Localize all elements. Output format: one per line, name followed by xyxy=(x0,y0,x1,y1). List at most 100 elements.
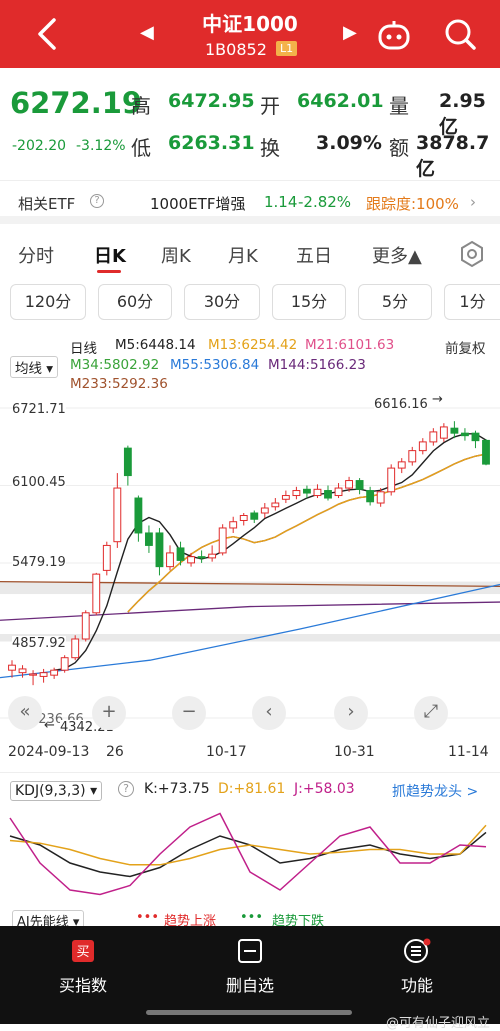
candle-body xyxy=(260,507,269,514)
candle-body xyxy=(166,552,174,568)
tab-underline xyxy=(97,270,121,273)
robot-assistant-icon[interactable] xyxy=(376,16,412,52)
y-label-3: 5479.19 xyxy=(12,555,66,570)
period-120min[interactable]: 120分 xyxy=(10,284,86,320)
period-30min[interactable]: 30分 xyxy=(184,284,260,320)
home-indicator xyxy=(146,1010,352,1015)
candle-body xyxy=(71,638,80,659)
candle-body xyxy=(39,672,48,677)
candle-body xyxy=(418,441,427,452)
kdj-j: J:+58.03 xyxy=(294,781,355,797)
chart-tabs: 分时 日K 周K 月K 五日 更多▲ xyxy=(0,232,500,278)
kdj-name: KDJ(9,3,3) xyxy=(15,783,86,799)
remove-watchlist-label: 删自选 xyxy=(225,976,274,995)
open-value: 6462.01 xyxy=(297,90,384,112)
candle-body xyxy=(313,488,322,497)
price-change: -202.20 xyxy=(12,138,67,154)
kdj-j-line xyxy=(9,812,487,896)
tab-more[interactable]: 更多▲ xyxy=(372,242,422,268)
kline-chart[interactable] xyxy=(0,394,500,738)
candle-body xyxy=(345,480,353,489)
ma13-legend: M13:6254.42 xyxy=(208,337,298,353)
bottom-nav: 买 买指数 删自选 功能 @可有仙子迎风立 xyxy=(0,926,500,1031)
candle-body xyxy=(81,612,90,640)
tab-weekly-k[interactable]: 周K xyxy=(161,242,191,268)
related-etf-row[interactable]: 相关ETF ? 1000ETF增强 1.14 -2.82% 跟踪度:100% › xyxy=(0,180,500,224)
candle-body xyxy=(376,491,385,504)
ma55-line xyxy=(0,583,500,679)
x-label-1017: 10-17 xyxy=(206,744,247,760)
ma5-legend: M5:6448.14 xyxy=(115,337,196,353)
candle-body xyxy=(113,487,122,543)
tab-five-day[interactable]: 五日 xyxy=(296,242,332,268)
kdj-signal-link[interactable]: 抓趋势龙头 > xyxy=(392,781,478,801)
tab-intraday[interactable]: 分时 xyxy=(18,242,54,268)
turnover-label: 换 xyxy=(260,136,280,160)
candle-body xyxy=(187,556,195,564)
zoom-in-button[interactable]: + xyxy=(92,696,126,730)
kdj-panel: KDJ(9,3,3) ▾ ? K:+73.75 D:+81.61 J:+58.0… xyxy=(0,772,500,922)
scroll-right-button[interactable]: › xyxy=(334,696,368,730)
functions-button[interactable]: 功能 xyxy=(357,938,477,996)
chevron-right-icon: › xyxy=(470,193,476,211)
kdj-k-line xyxy=(9,831,487,878)
etf-label: 相关ETF xyxy=(18,195,76,213)
settings-gear-icon[interactable] xyxy=(458,240,486,268)
candle-body xyxy=(292,490,301,497)
etf-tracking: 跟踪度:100% xyxy=(366,195,459,213)
candle-body xyxy=(450,427,459,434)
period-5min[interactable]: 5分 xyxy=(358,284,432,320)
high-value: 6472.95 xyxy=(168,90,255,112)
tab-daily-k[interactable]: 日K xyxy=(94,242,126,268)
candle-body xyxy=(324,490,332,499)
last-price: 6272.19 xyxy=(10,86,143,120)
kdj-selector[interactable]: KDJ(9,3,3) ▾ xyxy=(10,781,103,801)
candle-body xyxy=(218,527,227,554)
candle-body xyxy=(482,439,490,465)
search-icon[interactable] xyxy=(442,16,478,52)
candle-body xyxy=(145,532,153,546)
y-label-2: 6100.45 xyxy=(12,475,66,490)
candle-body xyxy=(176,547,185,561)
ai-down-dots: ••• xyxy=(240,910,264,925)
amount-label: 额 xyxy=(389,136,409,160)
remove-watchlist-button[interactable]: 删自选 xyxy=(190,938,310,996)
candle-body xyxy=(429,431,438,443)
top-bar: ◀ 中证1000 1B0852 L1 ▶ xyxy=(0,0,500,68)
adjust-mode[interactable]: 前复权 xyxy=(445,337,486,357)
kdj-help-icon[interactable]: ? xyxy=(118,781,134,797)
help-icon[interactable]: ? xyxy=(90,194,104,208)
candle-body xyxy=(155,532,164,568)
kdj-d-line xyxy=(9,824,487,866)
candle-body xyxy=(134,497,143,534)
buy-index-button[interactable]: 买 买指数 xyxy=(23,938,143,996)
level-tag: L1 xyxy=(276,41,298,56)
buy-index-label: 买指数 xyxy=(58,976,107,995)
candle-body xyxy=(102,544,111,571)
candle-body xyxy=(281,495,290,500)
candle-body xyxy=(408,450,417,463)
low-label: 低 xyxy=(131,136,151,160)
max-price-marker: 6616.16 xyxy=(374,397,428,412)
ma-mode-dropdown[interactable]: 均线 ▾ xyxy=(10,356,59,378)
minus-square-icon xyxy=(238,939,262,963)
next-stock-icon[interactable]: ▶ xyxy=(343,22,357,43)
period-15min[interactable]: 15分 xyxy=(272,284,346,320)
tab-monthly-k[interactable]: 月K xyxy=(228,242,258,268)
low-value: 6263.31 xyxy=(168,132,255,154)
fullscreen-button[interactable]: ⤢ xyxy=(414,696,448,730)
ma-mode-label: 均线 xyxy=(15,361,42,377)
x-label-start: 2024-09-13 xyxy=(8,744,90,760)
candle-body xyxy=(471,432,480,442)
scroll-left-button[interactable]: ‹ xyxy=(252,696,286,730)
period-60min[interactable]: 60分 xyxy=(98,284,172,320)
candle-body xyxy=(60,657,69,671)
candle-body xyxy=(229,521,238,529)
kdj-chart xyxy=(9,812,487,896)
watermark: @可有仙子迎风立 xyxy=(385,1016,490,1031)
zoom-out-button[interactable]: − xyxy=(172,696,206,730)
candle-body xyxy=(239,514,248,521)
ma34-legend: M34:5802.92 xyxy=(70,357,160,373)
period-1min[interactable]: 1分 xyxy=(444,284,500,320)
collapse-icon[interactable]: « xyxy=(8,696,42,730)
